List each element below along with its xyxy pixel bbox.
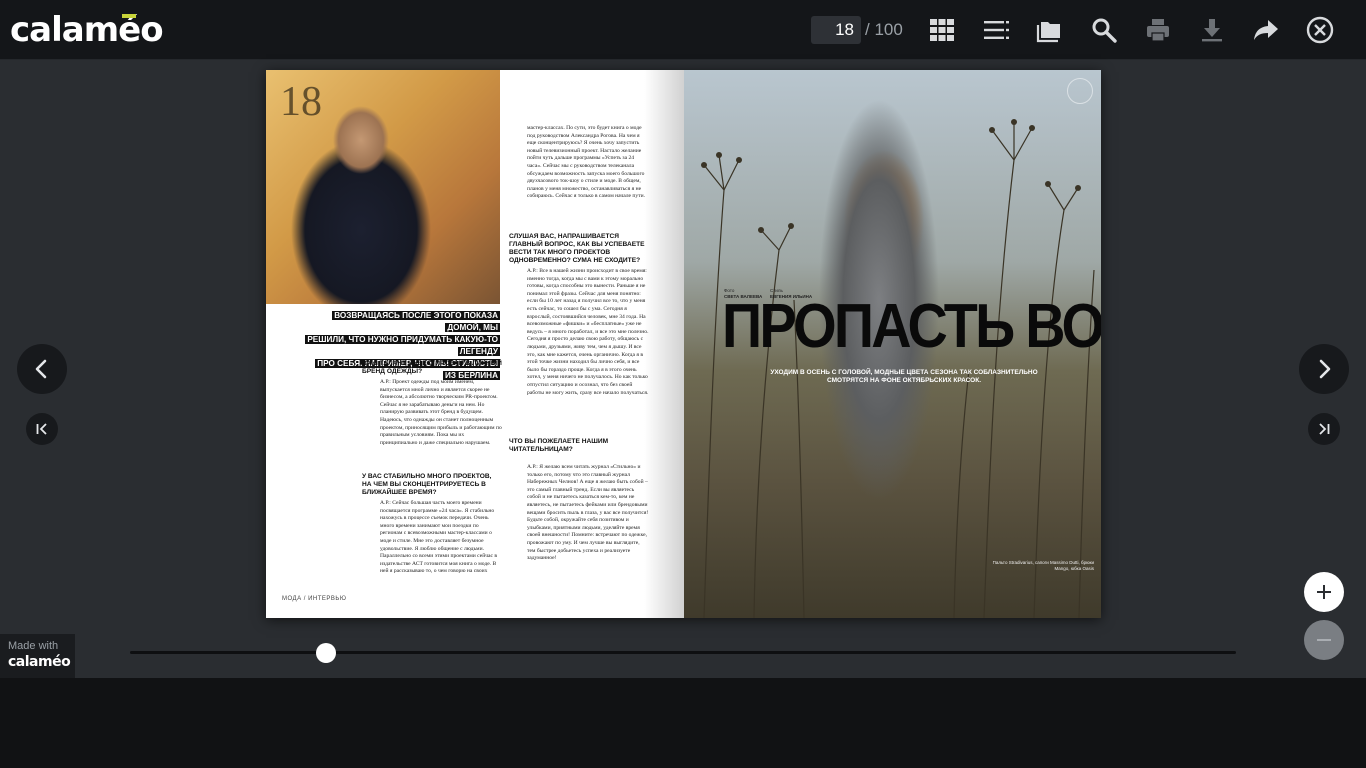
chevron-left-icon — [35, 359, 47, 379]
download-icon — [1202, 19, 1222, 42]
minus-icon — [1317, 639, 1331, 641]
text-column-2: мастер-классах. По сути, это будет книга… — [509, 125, 649, 580]
library-button[interactable] — [1034, 14, 1066, 46]
interview-answer: А.Р.: Я желаю всем читать журнал «Стильн… — [527, 464, 649, 562]
grid-view-button[interactable] — [926, 14, 958, 46]
folder-icon — [1036, 22, 1060, 43]
section-footer: МОДА / ИНТЕРВЬЮ — [282, 596, 347, 602]
zoom-out-button[interactable] — [1304, 620, 1344, 660]
share-icon — [1254, 20, 1278, 40]
grid-icon — [930, 19, 954, 41]
top-bar: calaméo 18 / 100 — [0, 0, 1366, 60]
close-icon — [1306, 16, 1334, 44]
first-page-button[interactable] — [26, 413, 58, 445]
plus-icon — [1317, 585, 1331, 599]
left-page[interactable]: 18 ВОЗВРАЩАЯСЬ ПОСЛЕ ЭТОГО ПОКАЗА ДОМОЙ,… — [266, 70, 684, 618]
search-button[interactable] — [1088, 14, 1120, 46]
page-total: / 100 — [865, 20, 903, 39]
page-number-label: 18 — [280, 79, 322, 125]
next-page-button[interactable] — [1299, 344, 1349, 394]
quote-line: РЕШИЛИ, ЧТО НУЖНО ПРИДУМАТЬ КАКУЮ-ТО ЛЕГ… — [305, 335, 500, 356]
print-button[interactable] — [1142, 14, 1174, 46]
chevron-right-icon — [1319, 359, 1331, 379]
skip-first-icon — [36, 423, 47, 435]
download-button[interactable] — [1196, 14, 1228, 46]
interview-question: СЛУШАЯ ВАС, НАПРАШИВАЕТСЯ ГЛАВНЫЙ ВОПРОС… — [509, 233, 645, 264]
made-with-logo: calaméo — [8, 654, 71, 670]
page-spread: 18 ВОЗВРАЩАЯСЬ ПОСЛЕ ЭТОГО ПОКАЗА ДОМОЙ,… — [266, 70, 1101, 618]
zoom-in-button[interactable] — [1304, 572, 1344, 612]
page-number-input[interactable]: 18 — [811, 16, 861, 44]
toc-button[interactable] — [980, 14, 1012, 46]
interview-question: ЧТО ВЫ ПОЖЕЛАЕТЕ НАШИМ ЧИТАТЕЛЬНИЦАМ? — [509, 438, 609, 453]
search-icon — [1092, 18, 1117, 43]
made-with-label: Made with — [8, 640, 59, 652]
page-slider-track[interactable] — [130, 651, 1236, 654]
list-icon — [984, 21, 1009, 39]
calameo-logo[interactable]: calaméo — [10, 12, 164, 48]
print-icon — [1147, 19, 1169, 42]
interview-answer: А.Р.: Проект одежды под моим именем, вып… — [380, 379, 502, 446]
reader-stage: 18 ВОЗВРАЩАЯСЬ ПОСЛЕ ЭТОГО ПОКАЗА ДОМОЙ,… — [0, 60, 1366, 678]
made-with-calameo-badge[interactable]: Made with calaméo — [0, 634, 75, 678]
interview-answer: А.Р.: Все в нашей жизни происходит в сво… — [527, 268, 649, 396]
last-page-button[interactable] — [1308, 413, 1340, 445]
page-slider-handle[interactable] — [316, 643, 336, 663]
text-column-1: ВАШ ТАЛАНТ ИНВЕСТИРОВАН В ЛИЧНЫЙ БРЕНД О… — [362, 360, 502, 582]
right-page[interactable]: Фото СВЕТА ВАЛЕЕВА Стиль ЕВГЕНИЯ ИЛЬИНА … — [684, 70, 1101, 618]
previous-page-button[interactable] — [17, 344, 67, 394]
close-button[interactable] — [1304, 14, 1336, 46]
skip-last-icon — [1319, 423, 1330, 435]
share-button[interactable] — [1250, 14, 1282, 46]
interview-answer: мастер-классах. По сути, это будет книга… — [527, 125, 646, 200]
interview-question: ВАШ ТАЛАНТ ИНВЕСТИРОВАН В ЛИЧНЫЙ БРЕНД О… — [362, 360, 502, 375]
photo-caption: Пальто Stradivarius, сапоги Massimo Dutt… — [992, 560, 1094, 571]
page-number-badge — [1067, 78, 1093, 104]
interview-question: У ВАС СТАБИЛЬНО МНОГО ПРОЕКТОВ, НА ЧЕМ В… — [362, 473, 492, 496]
interview-answer: А.Р.: Сейчас большая часть моего времени… — [380, 500, 498, 575]
article-subtitle: УХОДИМ В ОСЕНЬ С ГОЛОВОЙ, МОДНЫЕ ЦВЕТА С… — [770, 369, 1038, 384]
article-title: ПРОПАСТЬ ВО РЖИ — [722, 292, 1101, 361]
quote-line: ВОЗВРАЩАЯСЬ ПОСЛЕ ЭТОГО ПОКАЗА ДОМОЙ, МЫ — [332, 311, 500, 332]
